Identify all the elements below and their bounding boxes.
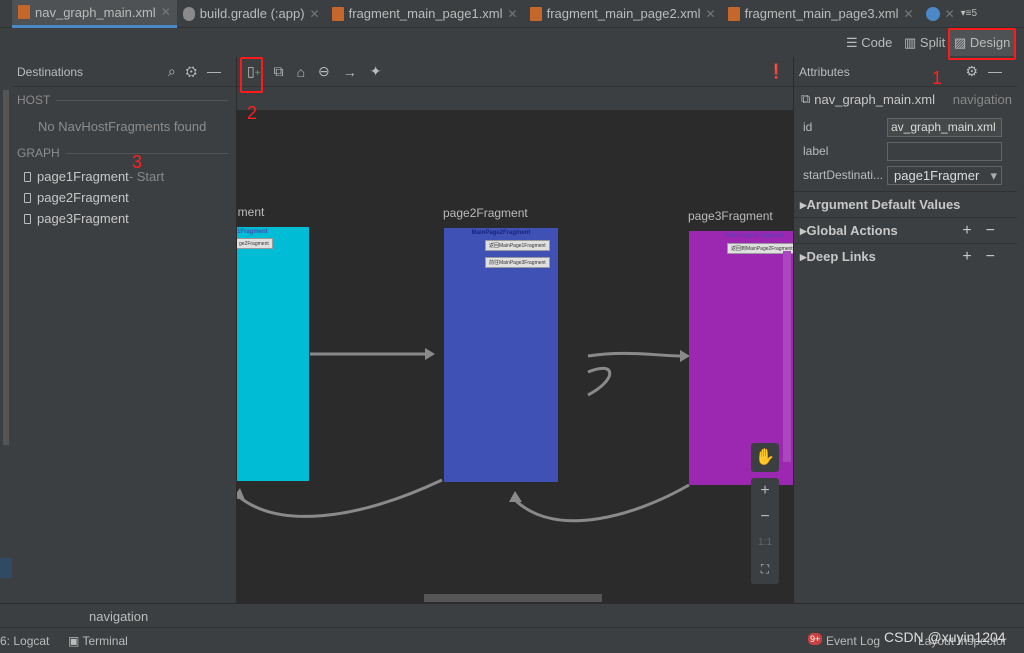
panel-title: Destinations [17,64,84,79]
fragment-page2[interactable]: MainPage2Fragment 返回MainPage1Fragment 前往… [444,228,558,482]
annotation-number: 2 [247,103,258,123]
auto-arrange-button[interactable]: ✦ [370,63,382,80]
attributes-panel: Attributes ⚙— ⧉ nav_graph_main.xml navigat… [793,57,1017,603]
close-icon[interactable]: ✕ [310,7,320,21]
gear-icon[interactable]: ⚙ [186,63,207,79]
tab-fragment-main-page1[interactable]: fragment_main_page1.xml ✕ [326,0,524,28]
navigation-tab[interactable]: navigation [89,609,148,624]
destinations-panel: Destinations ⌕⚙— HOST No NavHostFragment… [12,57,237,603]
host-header: HOST [17,93,51,107]
terminal-button[interactable]: ▣ Terminal [68,634,128,648]
nested-graph-button[interactable]: ⧉ [274,63,284,80]
event-badge: 9+ [808,633,823,645]
host-empty-text: No NavHostFragments found [38,119,207,134]
add-remove-icons: +− [962,221,1009,239]
zoom-controls: + − 1:1 ⛶ [751,478,779,584]
bottom-tabs: navigation [0,603,1024,627]
kotlin-icon [925,6,940,21]
deep-link-button[interactable]: ⊖ [318,63,330,80]
fragment-label: page2Fragment [443,206,528,220]
status-bar: 6: Logcat ▣ Terminal 9+ Event Log Layout… [0,627,1024,653]
logcat-button[interactable]: 6: Logcat [0,634,49,648]
phone-icon [24,213,31,224]
zoom-actual-size-button[interactable]: 1:1 [751,530,779,556]
chevron-down-icon: ▾ [990,167,997,183]
label-field[interactable] [887,141,1002,161]
navigation-toolbar: ▯+ ⧉ ⌂ ⊖ → ✦ ❗ [237,57,793,110]
fragment-page1[interactable]: 1Fragment ge2Fragment [237,227,309,481]
event-log-button[interactable]: Event Log [826,634,880,648]
destination-page3[interactable]: page3Fragment [12,208,236,229]
minimize-icon[interactable]: — [988,63,1012,79]
deep-links-section[interactable]: ▸ Deep Links +− [794,243,1017,269]
pan-hand-button[interactable]: ✋ [751,443,779,472]
xml-file-icon [727,6,740,21]
destination-page1[interactable]: page1Fragment - Start [12,166,236,187]
annotation-box-add-destination [240,57,263,93]
home-icon[interactable]: ⌂ [297,64,305,80]
tab-fragment-main-page2[interactable]: fragment_main_page2.xml ✕ [524,0,722,28]
watermark: CSDN @xuyin1204 [884,629,1006,645]
annotation-box-design [948,28,1016,60]
editor-tabs: nav_graph_main.xml ✕ build.gradle (:app) ✕… [0,0,1024,28]
close-icon[interactable]: ✕ [945,7,955,21]
left-scrollbar[interactable] [3,90,9,445]
zoom-fit-button[interactable]: ⛶ [751,556,779,582]
xml-file-icon [18,5,30,19]
fragment-button: ge2Fragment [237,238,273,249]
split-mode-button[interactable]: ▥ Split [904,35,945,51]
global-actions-section[interactable]: ▸ Global Actions +− [794,217,1017,243]
add-remove-icons: +− [962,247,1009,265]
arrow-page2-to-page1 [237,478,443,518]
arrow-page2-to-page3 [587,351,683,358]
destination-page2[interactable]: page2Fragment [12,187,236,208]
fragment-label: gment [237,205,265,219]
horizontal-scrollbar[interactable] [424,594,602,602]
fragment-label: page3Fragment [688,209,773,223]
warning-icon[interactable]: ❗ [768,63,785,80]
zoom-in-button[interactable]: + [751,478,779,504]
phone-icon [24,192,31,203]
close-icon[interactable]: ✕ [904,7,914,21]
gear-icon[interactable]: ⚙ [965,63,988,79]
xml-file-icon [529,6,542,21]
code-mode-button[interactable]: ☰ Code [846,35,892,51]
start-destination-select[interactable]: page1Fragmer ▾ [887,165,1002,185]
xml-file-icon [331,6,344,21]
tab-nav-graph-main[interactable]: nav_graph_main.xml ✕ [12,0,177,28]
zoom-out-button[interactable]: − [751,504,779,530]
phone-icon [24,171,31,182]
annotation-number: 3 [132,152,143,172]
graph-canvas[interactable]: gment 1Fragment ge2Fragment page2Fragmen… [237,110,793,603]
tab-build-gradle[interactable]: build.gradle (:app) ✕ [177,0,326,28]
graph-header: GRAPH [17,146,60,160]
navigation-graph-icon: ⧉ [801,91,811,106]
close-icon[interactable]: ✕ [508,7,518,21]
id-field[interactable]: av_graph_main.xml [887,117,1002,137]
tab-kotlin[interactable]: ✕ [920,0,961,28]
close-icon[interactable]: ✕ [706,7,716,21]
arrow-page2-loop [587,366,612,397]
tab-overflow-button[interactable]: ▾≡5 [961,8,977,19]
close-icon[interactable]: ✕ [161,5,171,19]
tab-fragment-main-page3[interactable]: fragment_main_page3.xml ✕ [722,0,920,28]
gradle-icon [182,6,195,21]
argument-default-values-section[interactable]: ▸ Argument Default Values [794,191,1017,217]
search-icon[interactable]: ⌕ [168,63,186,79]
minimize-icon[interactable]: — [207,63,231,79]
fragment-button: 前往MainPage3Fragment [485,257,550,268]
arrow-page3-to-page2 [513,483,690,523]
action-arrow-button[interactable]: → [343,64,357,80]
side-highlight [0,558,12,578]
annotation-number: 1 [932,68,943,88]
fragment-button: 返回MainPage1Fragment [485,240,550,251]
